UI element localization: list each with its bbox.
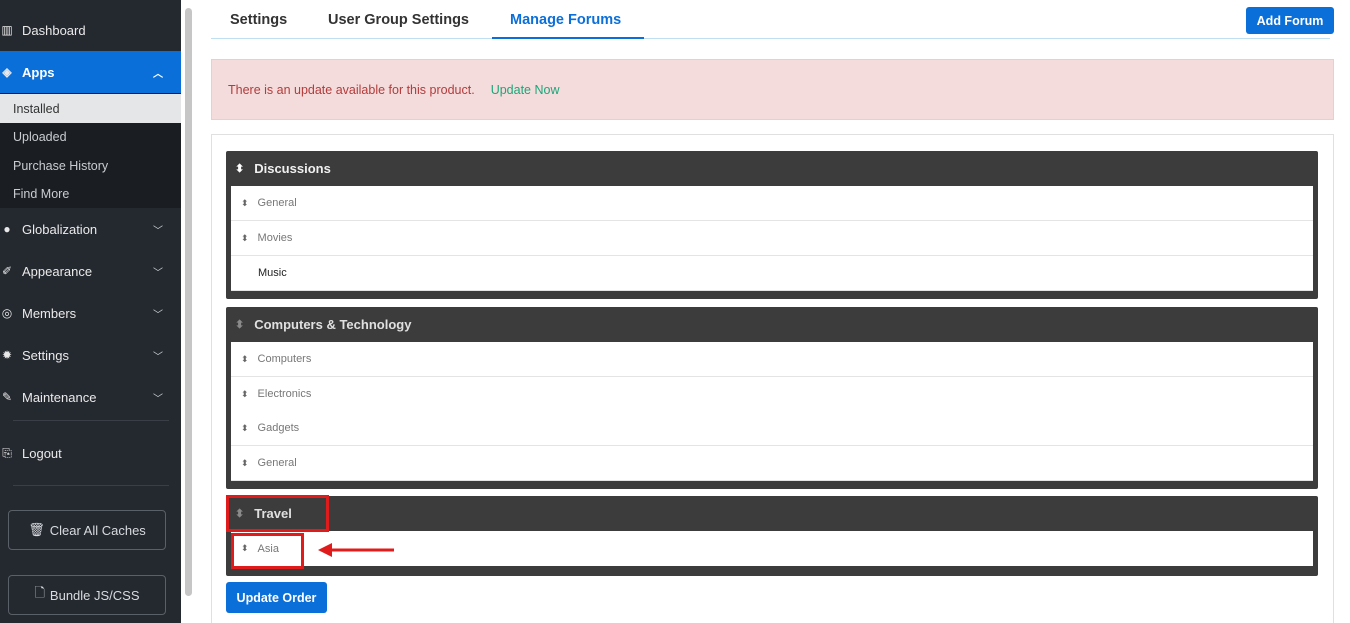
user-circle-icon: ◎ (1, 306, 13, 320)
sidebar: ▥ Dashboard ◈ Apps ︿ Installed Uploaded … (0, 0, 181, 623)
update-order-button[interactable]: Update Order (226, 582, 327, 613)
category-header[interactable]: ⬍ Discussions (226, 151, 331, 186)
forum-name: Gadgets (257, 422, 300, 434)
nav-dashboard[interactable]: ▥ Dashboard (0, 9, 181, 51)
forum-row[interactable]: ⬍ Gadgets (231, 411, 1313, 446)
highlight-box-asia (231, 533, 304, 569)
update-now-link[interactable]: Update Now (491, 83, 560, 97)
category-name: Discussions (254, 161, 331, 176)
nav-maintenance[interactable]: ✎ Maintenance ﹀ (0, 376, 181, 418)
nav-members[interactable]: ◎ Members ﹀ (0, 292, 181, 334)
highlight-box-travel (226, 495, 329, 532)
tab-manage-forums[interactable]: Manage Forums (510, 12, 621, 28)
globe-icon: ● (3, 222, 11, 236)
clear-caches-label: Clear All Caches (49, 522, 146, 538)
sort-handle-icon[interactable]: ⬍ (241, 389, 249, 400)
forum-name: Electronics (257, 388, 312, 400)
forum-row[interactable]: ⬍ General (231, 186, 1313, 221)
trash-icon: 🗑 (28, 522, 45, 537)
nav-members-label: Members (22, 305, 77, 321)
chevron-up-icon: ︿ (153, 68, 163, 80)
forum-name: Movies (257, 232, 293, 244)
sidebar-divider (13, 485, 169, 486)
subnav-purchase-history[interactable]: Purchase History (0, 151, 181, 180)
app-root: ▥ Dashboard ◈ Apps ︿ Installed Uploaded … (0, 0, 1350, 623)
nav-globalization[interactable]: ● Globalization ﹀ (0, 208, 181, 250)
category-name: Computers & Technology (254, 317, 412, 332)
gear-icon: ✹ (1, 348, 13, 362)
subnav-find-more[interactable]: Find More (0, 179, 181, 208)
category-discussions[interactable]: ⬍ Discussions ⬍ General ⬍ Movies Music (226, 151, 1318, 299)
sort-handle-icon[interactable]: ⬍ (241, 458, 249, 469)
forum-row[interactable]: ⬍ Movies (231, 221, 1313, 256)
nav-apps[interactable]: ◈ Apps ︿ (0, 51, 181, 93)
forum-name: Computers (257, 353, 312, 365)
sort-handle-icon[interactable]: ⬍ (241, 198, 249, 209)
tab-user-group-settings[interactable]: User Group Settings (328, 12, 469, 28)
category-computers-technology[interactable]: ⬍ Computers & Technology ⬍ Computers ⬍ E… (226, 307, 1318, 489)
arrow-left-icon (318, 543, 394, 557)
bar-chart-icon: ▥ (1, 23, 13, 37)
cube-icon: ◈ (2, 65, 12, 79)
forum-name: General (257, 197, 297, 209)
brush-icon: ✐ (1, 264, 13, 278)
nav-dashboard-label: Dashboard (22, 22, 86, 38)
forum-row[interactable]: ⬍ Computers (231, 342, 1313, 377)
sort-handle-icon[interactable]: ⬍ (241, 233, 249, 244)
tab-settings[interactable]: Settings (230, 12, 287, 28)
sort-handle-icon[interactable]: ⬍ (241, 354, 249, 365)
nav-appearance[interactable]: ✐ Appearance ﹀ (0, 250, 181, 292)
file-icon: 🗋 (34, 585, 45, 600)
forum-row[interactable]: ⬍ Electronics (231, 377, 1313, 412)
chevron-down-icon: ﹀ (153, 225, 163, 237)
wrench-icon: ✎ (1, 390, 13, 404)
nav-settings-label: Settings (22, 347, 69, 363)
logout-icon: ⎘ (2, 445, 12, 460)
sort-handle-icon[interactable]: ⬍ (241, 423, 249, 434)
chevron-down-icon: ﹀ (153, 351, 163, 363)
category-header[interactable]: ⬍ Computers & Technology (226, 307, 411, 342)
alert-text: There is an update available for this pr… (228, 82, 475, 97)
sort-handle-icon[interactable]: ⬍ (235, 318, 244, 331)
chevron-down-icon: ﹀ (153, 309, 163, 321)
update-alert: There is an update available for this pr… (211, 59, 1334, 120)
tab-bar: Settings User Group Settings Manage Foru… (211, 0, 1330, 39)
forum-row[interactable]: ⬍ General (231, 446, 1313, 481)
bundle-button[interactable]: 🗋 Bundle JS/CSS (8, 575, 166, 615)
sort-handle-icon[interactable]: ⬍ (235, 162, 244, 175)
category-travel[interactable]: ⬍ Travel ⬍ Asia (226, 496, 1318, 576)
chevron-down-icon: ﹀ (153, 393, 163, 405)
nav-apps-label: Apps (22, 64, 55, 80)
subnav-installed[interactable]: Installed (0, 94, 181, 123)
subnav-uploaded[interactable]: Uploaded (0, 122, 181, 151)
nav-logout-label: Logout (22, 445, 62, 461)
nav-appearance-label: Appearance (22, 263, 93, 279)
forum-row[interactable]: Music (231, 256, 1313, 291)
clear-caches-button[interactable]: 🗑 Clear All Caches (8, 510, 166, 550)
nav-globalization-label: Globalization (22, 221, 98, 237)
nav-settings[interactable]: ✹ Settings ﹀ (0, 334, 181, 376)
forum-name: General (257, 457, 297, 469)
sidebar-scrollbar[interactable] (185, 8, 192, 596)
active-tab-indicator (492, 37, 644, 39)
chevron-down-icon: ﹀ (153, 267, 163, 279)
add-forum-button[interactable]: Add Forum (1246, 7, 1334, 34)
nav-logout[interactable]: ⎘ Logout (0, 432, 181, 474)
nav-maintenance-label: Maintenance (22, 389, 97, 405)
sidebar-divider (13, 420, 169, 421)
apps-subnav: Installed Uploaded Purchase History Find… (0, 93, 181, 208)
bundle-label: Bundle JS/CSS (49, 587, 140, 603)
forum-name: Music (258, 267, 287, 279)
